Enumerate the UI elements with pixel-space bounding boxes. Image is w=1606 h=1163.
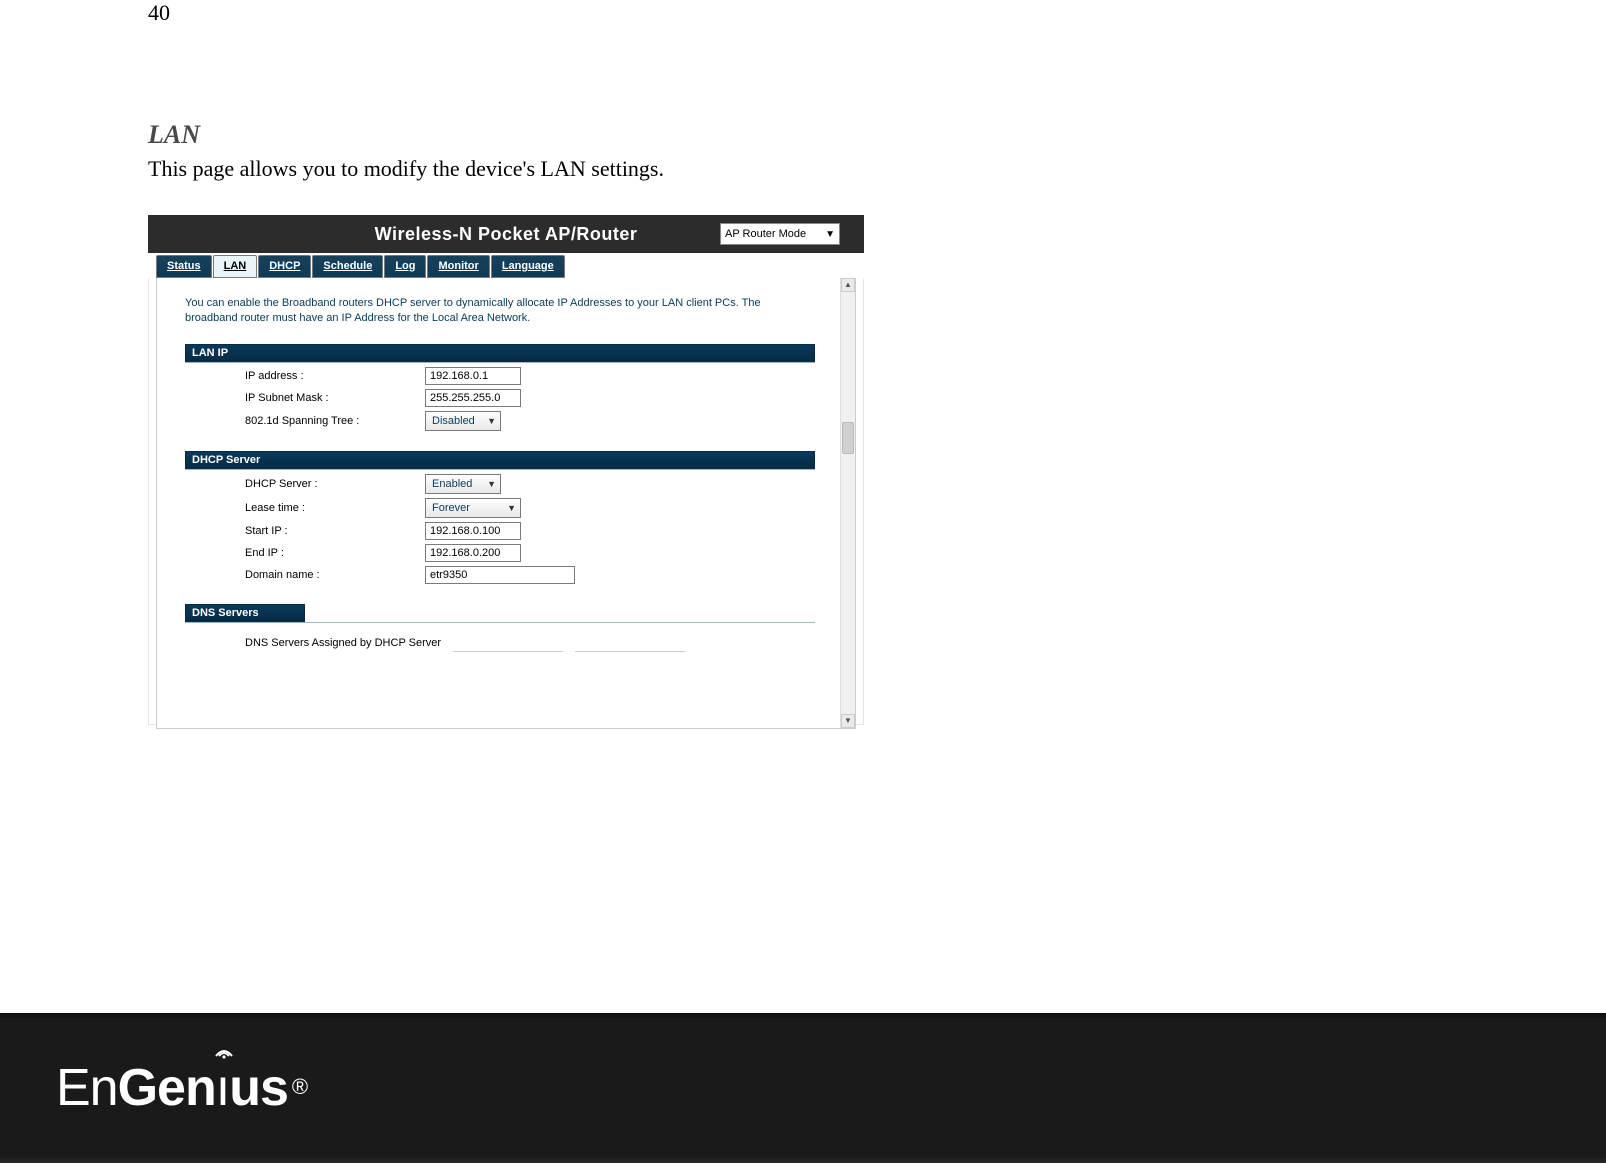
mode-select[interactable]: AP Router Mode ▼ [720,223,840,245]
tab-bar: Status LAN DHCP Schedule Log Monitor Lan… [148,253,864,278]
spanning-tree-value: Disabled [432,415,475,427]
end-ip-label: End IP : [185,547,425,559]
dhcp-server-label: DHCP Server : [185,478,425,490]
tab-schedule[interactable]: Schedule [312,255,383,278]
brand-text: EnGen ıus [56,1058,288,1118]
dns-servers-header: DNS Servers [185,604,305,622]
registered-mark: ® [292,1074,308,1100]
tab-monitor[interactable]: Monitor [427,255,489,278]
divider [185,622,815,623]
tab-status[interactable]: Status [156,255,212,278]
page-number: 40 [148,0,170,26]
tab-dhcp[interactable]: DHCP [258,255,311,278]
brand-logo: EnGen ıus ® [56,1058,304,1118]
dhcp-server-header: DHCP Server [185,451,815,469]
wifi-icon [214,1042,234,1060]
dhcp-server-value: Enabled [432,478,472,490]
lease-time-select[interactable]: Forever ▼ [425,498,521,518]
tab-lan[interactable]: LAN [213,255,258,278]
dns-assigned-label: DNS Servers Assigned by DHCP Server [245,637,441,649]
mode-select-value: AP Router Mode [725,228,806,240]
spanning-tree-select[interactable]: Disabled ▼ [425,411,501,431]
row-dhcp-server: DHCP Server : Enabled ▼ [185,474,825,494]
chevron-down-icon: ▼ [825,229,835,240]
divider [185,469,815,470]
row-start-ip: Start IP : [185,522,825,540]
start-ip-input[interactable] [425,522,521,540]
dns-field-2[interactable] [575,635,685,652]
router-header: Wireless-N Pocket AP/Router AP Router Mo… [148,215,864,253]
tab-log[interactable]: Log [384,255,426,278]
document-page: 40 LAN This page allows you to modify th… [0,0,1606,1163]
subnet-mask-label: IP Subnet Mask : [185,392,425,404]
section-title: LAN [148,120,1228,150]
domain-name-input[interactable] [425,566,575,584]
page-description: You can enable the Broadband routers DHC… [185,296,805,326]
lease-time-label: Lease time : [185,502,425,514]
router-content: You can enable the Broadband routers DHC… [157,278,855,662]
dns-field-1[interactable] [453,635,563,652]
row-lease-time: Lease time : Forever ▼ [185,498,825,518]
chevron-down-icon: ▼ [507,503,516,513]
chevron-down-icon: ▼ [487,416,496,426]
scrollbar-track[interactable] [841,292,855,714]
row-ip-address: IP address : [185,367,825,385]
scroll-down-icon[interactable]: ▼ [841,714,855,728]
router-screenshot: Wireless-N Pocket AP/Router AP Router Mo… [148,215,864,725]
row-domain-name: Domain name : [185,566,825,584]
divider [185,362,815,363]
ip-address-input[interactable] [425,367,521,385]
footer: EnGen ıus ® [0,1013,1606,1163]
start-ip-label: Start IP : [185,525,425,537]
row-subnet-mask: IP Subnet Mask : [185,389,825,407]
scroll-up-icon[interactable]: ▲ [841,278,855,292]
section-text: This page allows you to modify the devic… [148,156,1228,182]
lan-ip-header: LAN IP [185,344,815,362]
dhcp-server-select[interactable]: Enabled ▼ [425,474,501,494]
scrollbar[interactable]: ▲ ▼ [840,278,855,728]
subnet-mask-input[interactable] [425,389,521,407]
router-content-frame: ▲ ▼ You can enable the Broadband routers… [156,278,856,729]
ip-address-label: IP address : [185,370,425,382]
chevron-down-icon: ▼ [487,479,496,489]
row-end-ip: End IP : [185,544,825,562]
scrollbar-thumb[interactable] [842,422,854,454]
row-dns-assigned: DNS Servers Assigned by DHCP Server [185,625,825,652]
lease-time-value: Forever [432,502,470,514]
tab-language[interactable]: Language [491,255,565,278]
end-ip-input[interactable] [425,544,521,562]
spanning-tree-label: 802.1d Spanning Tree : [185,415,425,427]
domain-name-label: Domain name : [185,569,425,581]
section: LAN This page allows you to modify the d… [148,120,1228,182]
row-spanning-tree: 802.1d Spanning Tree : Disabled ▼ [185,411,825,431]
